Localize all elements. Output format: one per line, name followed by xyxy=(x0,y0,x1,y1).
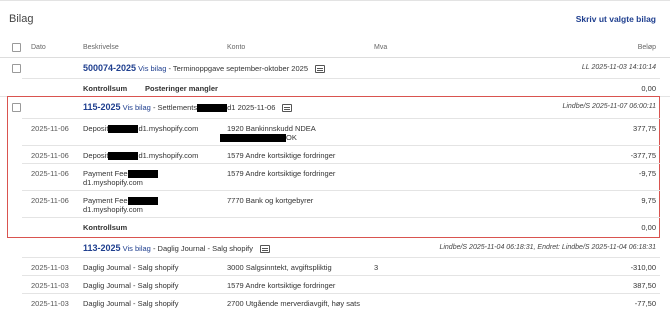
line-description: Daglig Journal - Salg shopify xyxy=(83,263,179,272)
comment-icon[interactable] xyxy=(260,245,271,254)
col-konto: Konto xyxy=(227,44,246,51)
print-selected-link[interactable]: Skriv ut valgte bilag xyxy=(576,14,656,24)
table-header: Dato Beskrivelse Konto Mva Beløp xyxy=(0,38,670,58)
line-date: 2025-11-03 xyxy=(31,281,69,290)
vis-bilag-link[interactable]: Vis bilag xyxy=(138,64,166,73)
voucher-meta: LL 2025-11-03 14:10:14 xyxy=(581,64,656,71)
line-desc-pre: Payment Fee xyxy=(83,169,128,178)
line-description: Payment Fee xyxy=(83,196,158,206)
line-account: 7770 Bank og kortgebyrer xyxy=(227,196,314,205)
line-desc-pre: Payment Fee xyxy=(83,196,128,205)
line-desc-post: d1.myshopify.com xyxy=(138,151,199,160)
voucher-description-post: d1 2025-11-06 xyxy=(227,103,276,112)
kontrollsum-value: 0,00 xyxy=(641,223,656,232)
redacted-block xyxy=(220,134,286,143)
voucher-checkbox[interactable] xyxy=(12,64,21,73)
line-amount: -310,00 xyxy=(630,263,656,272)
line-account-suffix: OK xyxy=(286,133,297,142)
divider xyxy=(22,275,660,276)
line-date: 2025-11-06 xyxy=(31,196,69,205)
line-description: Daglig Journal - Salg shopify xyxy=(83,299,179,308)
line-desc-line2: d1.myshopify.com xyxy=(83,178,143,187)
line-description: Daglig Journal - Salg shopify xyxy=(83,281,179,290)
voucher-description: - Daglig Journal - Salg shopify xyxy=(150,244,253,253)
line-amount: 9,75 xyxy=(641,196,656,205)
comment-icon[interactable] xyxy=(282,104,293,113)
line-desc-pre: Deposit xyxy=(83,151,109,160)
col-belop: Beløp xyxy=(637,44,656,51)
line-amount: -77,50 xyxy=(634,299,656,308)
line-description: Deposit d1.myshopify.com xyxy=(83,124,199,134)
voucher-id-link[interactable]: 115-2025 xyxy=(83,102,121,112)
line-description: Payment Fee xyxy=(83,169,158,179)
divider xyxy=(22,217,660,218)
redacted-block xyxy=(108,125,139,134)
line-date: 2025-11-03 xyxy=(31,299,69,308)
line-amount: -377,75 xyxy=(630,151,656,160)
redacted-block xyxy=(127,197,158,206)
vis-bilag-link[interactable]: Vis bilag xyxy=(123,244,151,253)
divider xyxy=(22,293,660,294)
line-date: 2025-11-03 xyxy=(31,263,69,272)
line-date: 2025-11-06 xyxy=(31,169,69,178)
divider xyxy=(22,190,660,191)
line-account: 2700 Utgående merverdiavgift, høy sats xyxy=(227,299,360,308)
voucher-meta: Lindbe/S 2025-11-07 06:00:11 xyxy=(562,103,656,110)
col-mva: Mva xyxy=(374,44,388,51)
line-amount: 387,50 xyxy=(633,281,656,290)
voucher-description-pre: - Settlements xyxy=(150,103,198,112)
line-account: 3000 Salgsinntekt, avgiftspliktig xyxy=(227,263,332,272)
line-account: 1579 Andre kortsiktige fordringer xyxy=(227,169,336,178)
kontrollsum-value: 0,00 xyxy=(641,84,656,93)
line-desc-post: d1.myshopify.com xyxy=(138,124,199,133)
comment-icon[interactable] xyxy=(315,65,326,74)
line-description: Deposit d1.myshopify.com xyxy=(83,151,199,161)
divider xyxy=(22,163,660,164)
divider xyxy=(22,78,660,79)
divider xyxy=(22,118,660,119)
line-account: 1579 Andre kortsiktige fordringer xyxy=(227,151,336,160)
vis-bilag-link[interactable]: Vis bilag xyxy=(123,103,151,112)
voucher-header: 500074-2025 Vis bilag - Terminoppgave se… xyxy=(83,63,326,74)
line-mva: 3 xyxy=(374,263,379,272)
voucher-description: - Terminoppgave september-oktober 2025 xyxy=(166,64,308,73)
voucher-header: 113-2025 Vis bilag - Daglig Journal - Sa… xyxy=(83,243,271,254)
kontrollsum-label: Kontrollsum xyxy=(83,84,128,93)
divider xyxy=(22,145,660,146)
kontrollsum-label: Kontrollsum xyxy=(83,223,128,232)
select-all-checkbox[interactable] xyxy=(12,43,21,52)
col-dato: Dato xyxy=(31,44,46,51)
line-account: 1920 Bankinnskudd NDEA xyxy=(227,124,316,133)
line-amount: -9,75 xyxy=(638,169,656,178)
redacted-block xyxy=(127,170,158,179)
voucher-id-link[interactable]: 500074-2025 xyxy=(83,63,136,73)
top-border xyxy=(0,0,670,3)
voucher-meta: Lindbe/S 2025-11-04 06:18:31, Endret: Li… xyxy=(439,244,656,251)
line-date: 2025-11-06 xyxy=(31,151,69,160)
line-account-line2: OK xyxy=(220,133,297,143)
voucher-checkbox[interactable] xyxy=(12,103,21,112)
line-desc-line2: d1.myshopify.com xyxy=(83,205,143,214)
voucher-id-link[interactable]: 113-2025 xyxy=(83,243,121,253)
divider xyxy=(22,257,660,258)
redacted-block xyxy=(197,104,228,113)
col-beskrivelse: Beskrivelse xyxy=(83,44,119,51)
voucher-header: 115-2025 Vis bilag - Settlements d1 2025-… xyxy=(83,102,293,113)
line-desc-pre: Deposit xyxy=(83,124,109,133)
line-amount: 377,75 xyxy=(633,124,656,133)
line-date: 2025-11-06 xyxy=(31,124,69,133)
redacted-block xyxy=(108,152,139,161)
page-title: Bilag xyxy=(9,13,34,25)
line-account: 1579 Andre kortsiktige fordringer xyxy=(227,281,336,290)
posteringer-mangler: Posteringer mangler xyxy=(145,84,218,93)
